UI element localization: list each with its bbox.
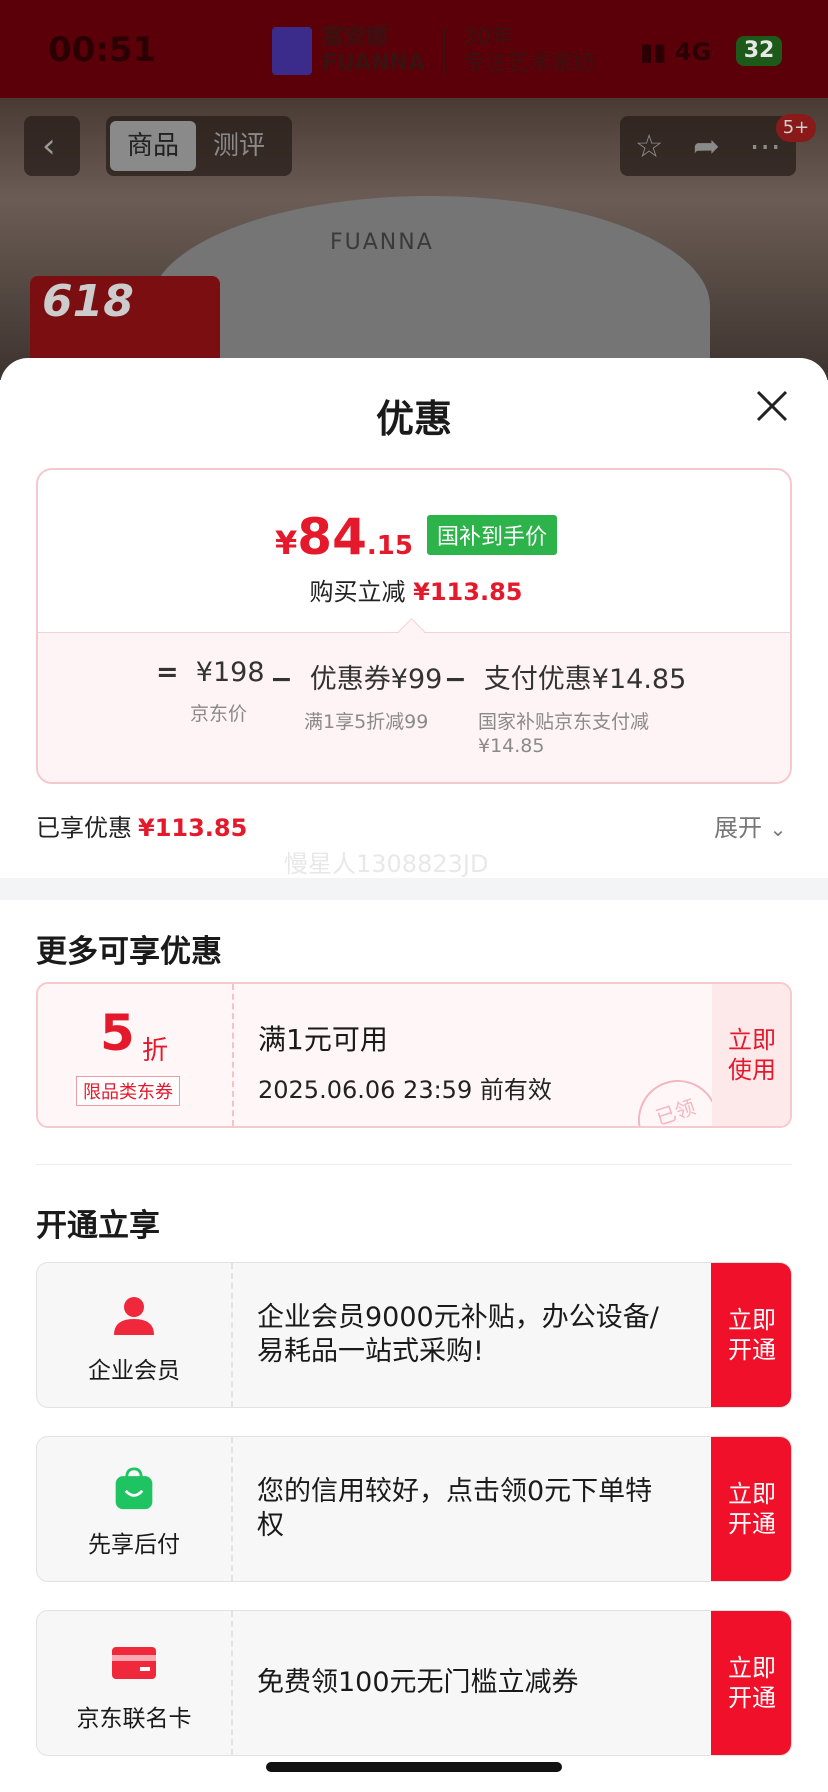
network-label: 4G — [674, 38, 712, 66]
signal-indicator: ▮▮ 4G — [640, 38, 712, 66]
coupon-card: 5 折 限品类东券 满1元可用 2025.06.06 23:59 前有效 已领 … — [36, 982, 792, 1128]
status-time: 00:51 — [48, 30, 157, 70]
brand-slogan: 专注艺术家纺 — [463, 51, 596, 76]
chevron-left-icon: ‹ — [42, 126, 56, 166]
breakdown-prefix: − — [444, 664, 467, 695]
tab-product[interactable]: 商品 — [110, 121, 196, 171]
breakdown-desc: 国家补贴京东支付减¥14.85 — [478, 711, 650, 757]
use-coupon-button[interactable]: 立即使用 — [712, 984, 790, 1126]
brand-name-cn: 富安娜 — [322, 25, 389, 50]
more-discounts-title: 更多可享优惠 — [36, 934, 222, 970]
brand-years: 30年 — [463, 25, 514, 50]
product-page-background: 00:51 富安娜 FUANNA 30年 专注艺术家纺 ▮▮ 4G 32 FUA… — [0, 0, 828, 380]
top-actions: ☆ ➦ ⋯ — [620, 116, 796, 176]
use-coupon-label: 立即使用 — [728, 1026, 776, 1084]
watermark: 慢星人1308823JD — [284, 850, 489, 878]
open-button-label: 立即开通 — [728, 1480, 776, 1538]
breakdown-amount: ¥198 — [195, 657, 265, 688]
product-brand-mark: FUANNA — [330, 230, 434, 255]
battery-indicator: 32 — [736, 36, 782, 66]
pay-later-label: 先享后付 — [88, 1532, 180, 1558]
brand-divider — [443, 27, 446, 75]
enjoyed-label: 已享优惠 — [36, 814, 132, 842]
coupon-value: 5 折 限品类东券 — [38, 984, 234, 1126]
breakdown-amount: 优惠券¥99 — [309, 664, 443, 695]
credit-card-icon — [112, 1647, 156, 1679]
expand-button[interactable]: 展开 ⌄ — [714, 808, 786, 843]
enterprise-member-desc: 企业会员9000元补贴，办公设备/易耗品一站式采购! — [257, 1302, 659, 1367]
coupon-category-tag: 限品类东券 — [76, 1076, 180, 1106]
breakdown-prefix: = — [156, 657, 179, 688]
share-icon[interactable]: ➦ — [693, 127, 720, 165]
breakdown-prefix: − — [270, 664, 293, 695]
brand-name-en: FUANNA — [322, 51, 426, 76]
instant-reduction: 购买立减 ¥113.85 — [38, 572, 790, 607]
coupon-unit: 折 — [142, 1036, 169, 1066]
product-tabs: 商品 测评 — [106, 116, 292, 176]
price-currency: ¥ — [275, 524, 298, 562]
home-indicator — [266, 1762, 562, 1772]
open-button-label: 立即开通 — [728, 1306, 776, 1364]
brand-logo — [272, 27, 312, 75]
final-price: ¥ 84 .15 国补到手价 — [38, 508, 790, 566]
breakdown-amount: 支付优惠¥14.85 — [483, 664, 687, 695]
chevron-down-icon: ⌄ — [769, 817, 787, 841]
expand-label: 展开 — [714, 814, 762, 842]
breakdown-item-jd-price: = ¥198 京东价 — [156, 657, 265, 726]
pay-later-card: 先享后付 您的信用较好，点击领0元下单特权 立即开通 — [36, 1436, 792, 1582]
pay-later-desc: 您的信用较好，点击领0元下单特权 — [257, 1476, 653, 1541]
breakdown-item-coupon: − 优惠券¥99 满1享5折减99 — [270, 657, 442, 734]
reduce-amount: ¥113.85 — [413, 578, 523, 606]
subsidy-price-tag: 国补到手价 — [426, 515, 557, 555]
open-pay-later-button[interactable]: 立即开通 — [711, 1437, 791, 1581]
open-co-branded-card-button[interactable]: 立即开通 — [711, 1611, 791, 1755]
sheet-title: 优惠 — [375, 397, 452, 441]
coupon-discount: 5 — [100, 1004, 135, 1062]
discount-sheet: 优惠 ¥ 84 .15 国补到手价 购买立减 ¥113.85 = ¥198 京东… — [0, 358, 828, 1792]
star-icon[interactable]: ☆ — [635, 127, 664, 165]
breakdown-item-payment: − 支付优惠¥14.85 国家补贴京东支付减¥14.85 — [444, 657, 688, 758]
coupon-condition: 满1元可用 — [258, 1023, 388, 1056]
enjoyed-amount: ¥113.85 — [138, 814, 248, 842]
shopping-bag-icon — [115, 1467, 153, 1510]
divider — [36, 1164, 792, 1165]
price-breakdown: = ¥198 京东价 − 优惠券¥99 满1享5折减99 − 支付优惠¥14.8… — [38, 632, 790, 782]
price-integer: 84 — [297, 508, 367, 566]
breakdown-desc: 满1享5折减99 — [304, 711, 429, 733]
co-branded-card-label: 京东联名卡 — [76, 1706, 192, 1732]
open-benefits-title: 开通立享 — [36, 1208, 160, 1244]
breakdown-desc: 京东价 — [190, 703, 248, 725]
status-bar: 00:51 富安娜 FUANNA 30年 专注艺术家纺 ▮▮ 4G 32 — [0, 0, 828, 98]
enterprise-member-label: 企业会员 — [88, 1358, 180, 1384]
close-icon[interactable] — [750, 384, 794, 428]
price-summary-card: ¥ 84 .15 国补到手价 购买立减 ¥113.85 = ¥198 京东价 −… — [36, 468, 792, 784]
open-button-label: 立即开通 — [728, 1654, 776, 1712]
back-button[interactable]: ‹ — [24, 116, 80, 176]
reduce-label: 购买立减 — [309, 578, 406, 606]
co-branded-card: 京东联名卡 免费领100元无门槛立减券 立即开通 — [36, 1610, 792, 1756]
promo-618-badge: 618 — [30, 276, 220, 366]
coupon-expiry: 2025.06.06 23:59 前有效 — [258, 1076, 552, 1104]
product-image — [150, 196, 710, 380]
enjoyed-discount: 已享优惠 ¥113.85 — [36, 808, 247, 843]
price-decimal: .15 — [366, 531, 413, 561]
message-badge: 5+ — [776, 114, 816, 142]
co-branded-card-desc: 免费领100元无门槛立减券 — [257, 1667, 579, 1698]
open-enterprise-member-button[interactable]: 立即开通 — [711, 1263, 791, 1407]
tab-review[interactable]: 测评 — [196, 121, 282, 171]
brand-banner: 富安娜 FUANNA 30年 专注艺术家纺 — [272, 22, 595, 80]
section-separator — [0, 878, 828, 900]
person-icon — [114, 1297, 154, 1335]
enterprise-member-card: 企业会员 企业会员9000元补贴，办公设备/易耗品一站式采购! 立即开通 — [36, 1262, 792, 1408]
coupon-info: 满1元可用 2025.06.06 23:59 前有效 — [258, 1018, 552, 1105]
